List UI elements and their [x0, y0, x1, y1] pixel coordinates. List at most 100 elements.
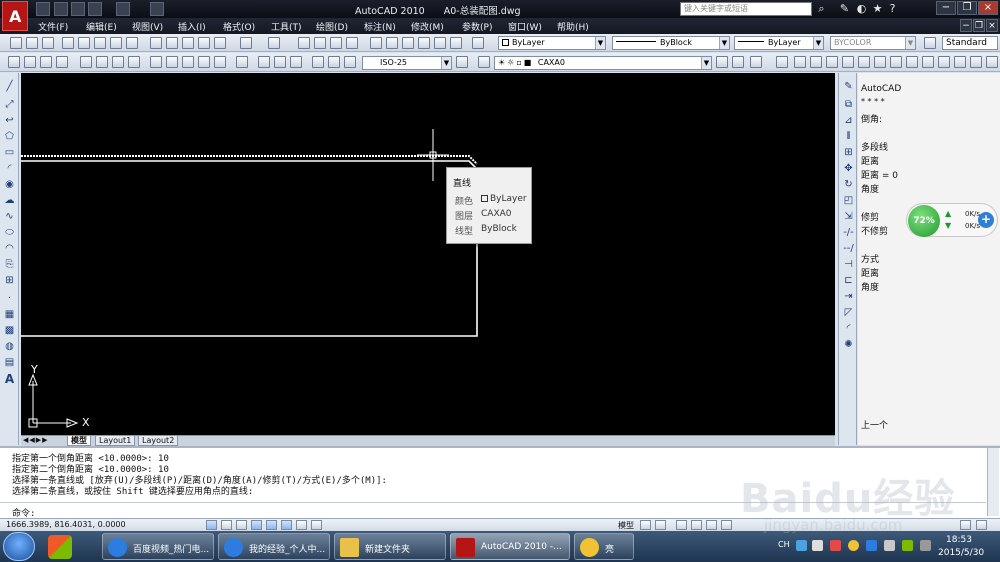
help-search-input[interactable]: 键入关键字或短语	[680, 2, 812, 16]
plotstyle-combo[interactable]: BYCOLOR ▼	[830, 36, 916, 50]
explode-icon[interactable]: ✺	[842, 339, 855, 351]
move-object-icon[interactable]: ✥	[842, 163, 855, 175]
clock-time[interactable]: 18:53	[946, 535, 972, 545]
publish-icon[interactable]	[94, 37, 106, 49]
stretch-icon[interactable]: ⇲	[842, 211, 855, 223]
steeringwheel-icon[interactable]	[706, 520, 717, 530]
dim-baseline-icon[interactable]	[166, 56, 178, 68]
spline-icon[interactable]	[922, 56, 934, 68]
point-icon[interactable]: ·	[3, 293, 16, 305]
polyline-icon[interactable]	[826, 56, 838, 68]
print-icon[interactable]	[62, 37, 74, 49]
redo-icon[interactable]	[116, 2, 130, 16]
menu-draw[interactable]: 绘图(D)	[316, 20, 348, 33]
trim-icon[interactable]: -/-	[842, 227, 855, 239]
redo-toolbar-icon[interactable]	[268, 37, 280, 49]
copy-object-icon[interactable]: ⧉	[842, 99, 855, 111]
tray-antivirus-icon[interactable]	[830, 540, 841, 551]
ellipse-draw-icon[interactable]: ⬭	[3, 227, 16, 239]
new-icon[interactable]	[36, 2, 50, 16]
taskbar-app-folder[interactable]: 新建文件夹	[334, 533, 446, 560]
dim-style-combo[interactable]: ISO-25 ▼	[362, 56, 452, 70]
start-button[interactable]	[3, 532, 35, 561]
dim-angular-icon[interactable]	[128, 56, 140, 68]
polygon-icon[interactable]	[842, 56, 854, 68]
erase-icon[interactable]: ✎	[842, 81, 855, 93]
add-icon[interactable]: +	[978, 212, 994, 228]
binoculars-icon[interactable]: ⌕	[815, 2, 828, 15]
xline-icon[interactable]	[810, 56, 822, 68]
dim-text-edit-icon[interactable]	[328, 56, 340, 68]
gradient-icon[interactable]: ▩	[3, 325, 16, 337]
hatch-icon[interactable]: ▦	[3, 309, 16, 321]
taskbar-app-baidu-video[interactable]: 百度视频_热门电...	[102, 533, 214, 560]
color-combo[interactable]: ByLayer ▼	[498, 36, 606, 50]
polyline-draw-icon[interactable]: ↩	[3, 115, 16, 127]
ellipse-icon[interactable]	[938, 56, 950, 68]
layer-states-icon[interactable]	[750, 56, 762, 68]
inspection-icon[interactable]	[274, 56, 286, 68]
mirror-icon[interactable]: ⊿	[842, 115, 855, 127]
minimize-button[interactable]: −	[936, 1, 956, 15]
arc-icon[interactable]	[874, 56, 886, 68]
help-toolbar-icon[interactable]	[472, 37, 484, 49]
model-space-button[interactable]: 模型	[618, 520, 634, 531]
quickview-layouts-icon[interactable]	[640, 520, 651, 530]
insert-block-icon[interactable]	[970, 56, 982, 68]
insert-block-draw-icon[interactable]: ⎘	[3, 259, 16, 271]
jogged-linear-icon[interactable]	[290, 56, 302, 68]
quickview-drawings-icon[interactable]	[655, 520, 666, 530]
dim-aligned-icon[interactable]	[24, 56, 36, 68]
osnap-toggle[interactable]	[281, 520, 292, 530]
dim-continue-icon[interactable]	[182, 56, 194, 68]
dim-linear-icon[interactable]	[8, 56, 20, 68]
command-scrollbar[interactable]	[987, 448, 999, 516]
markup-icon[interactable]	[434, 37, 446, 49]
break-icon[interactable]: ⊏	[842, 275, 855, 287]
drawing-area[interactable]: Y X 直线 颜色 ByLayer 图层 CAXA0 线型 ByBlock	[21, 73, 835, 435]
revision-cloud-icon[interactable]: ☁	[3, 195, 16, 207]
infer-constraints-toggle[interactable]	[206, 520, 217, 530]
extend-icon[interactable]: --/	[842, 243, 855, 255]
restore-button[interactable]: ❐	[957, 1, 977, 15]
tray-power-icon[interactable]	[920, 540, 931, 551]
otrack-toggle[interactable]	[296, 520, 307, 530]
pan-icon[interactable]	[298, 37, 310, 49]
tab-model[interactable]: 模型	[67, 436, 91, 446]
prompt-option-no-trim[interactable]: 不修剪	[861, 224, 888, 237]
prompt-option-polyline[interactable]: 多段线	[861, 140, 888, 153]
revcloud-icon[interactable]	[906, 56, 918, 68]
paste-icon[interactable]	[182, 37, 194, 49]
array-icon[interactable]: ⊞	[842, 147, 855, 159]
rotate-icon[interactable]: ↻	[842, 179, 855, 191]
line-draw-icon[interactable]: ╱	[3, 81, 16, 93]
sheetset-icon[interactable]	[418, 37, 430, 49]
autocad-logo-icon[interactable]: A	[2, 1, 28, 31]
line-icon[interactable]	[794, 56, 806, 68]
save-file-icon[interactable]	[42, 37, 54, 49]
3dprint-icon[interactable]	[110, 37, 122, 49]
preview-icon[interactable]	[78, 37, 90, 49]
menu-format[interactable]: 格式(O)	[223, 20, 255, 33]
clock-date[interactable]: 2015/5/30	[938, 548, 984, 558]
designcenter-icon[interactable]	[386, 37, 398, 49]
open-icon[interactable]	[54, 2, 68, 16]
blockeditor-icon[interactable]	[214, 37, 226, 49]
quickcalc-icon[interactable]	[450, 37, 462, 49]
windows-logo-icon[interactable]	[48, 535, 72, 559]
mtext-icon[interactable]: A	[3, 373, 16, 385]
prompt-option-angle[interactable]: 角度	[861, 182, 879, 195]
prompt-option-method-angle[interactable]: 角度	[861, 280, 879, 293]
undo-icon[interactable]	[88, 2, 102, 16]
construction-line-icon[interactable]: ⤢	[3, 99, 16, 111]
subscription-icon[interactable]: ◐	[855, 2, 868, 15]
plot-icon[interactable]	[150, 2, 164, 16]
zoom-status-icon[interactable]	[691, 520, 702, 530]
prompt-option-method[interactable]: 方式	[861, 252, 879, 265]
polygon-draw-icon[interactable]: ⬠	[3, 131, 16, 143]
clean-screen-icon[interactable]	[976, 520, 987, 530]
menu-insert[interactable]: 插入(I)	[178, 20, 206, 33]
tray-flag-icon[interactable]	[902, 540, 913, 551]
dim-break-icon[interactable]	[214, 56, 226, 68]
make-block-icon[interactable]	[986, 56, 998, 68]
